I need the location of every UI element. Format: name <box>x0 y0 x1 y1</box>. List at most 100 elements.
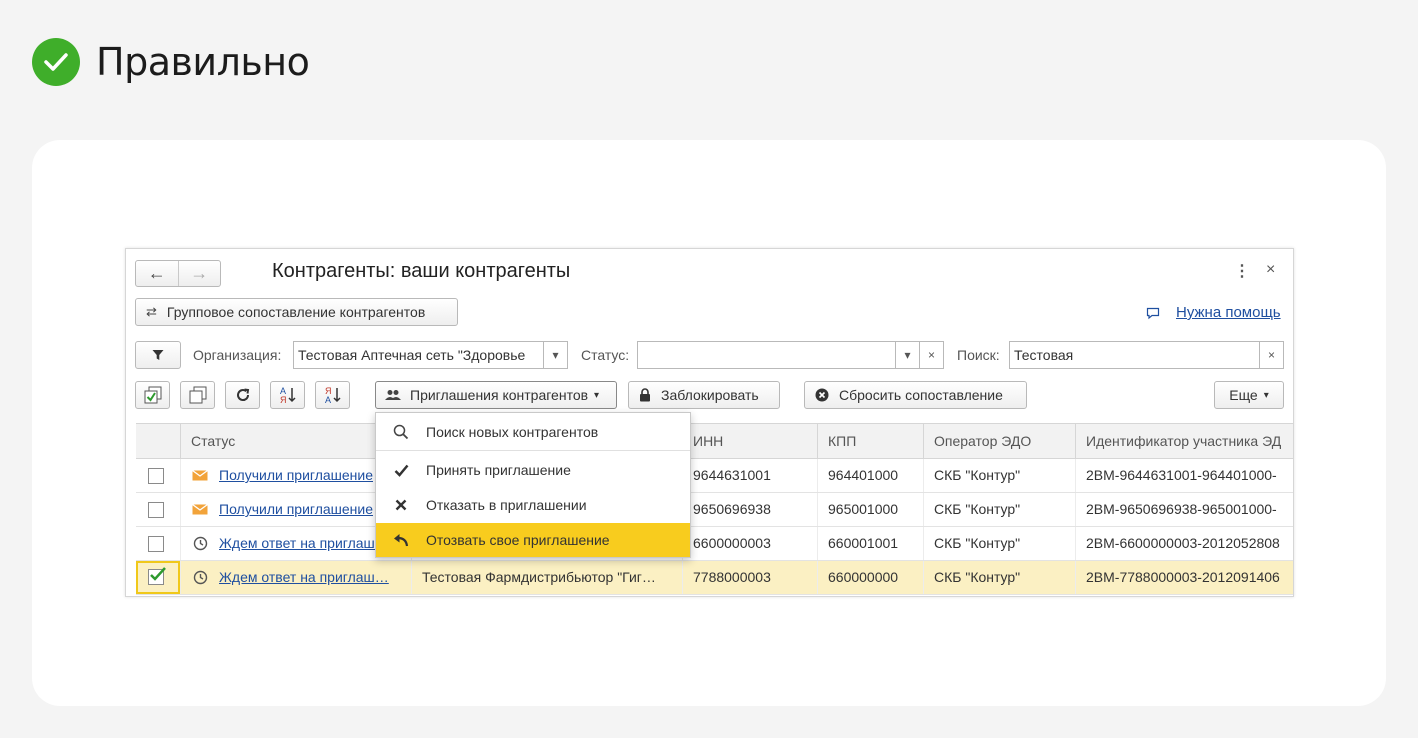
invitations-menu-button[interactable]: Приглашения контрагентов ▾ <box>375 381 617 409</box>
block-button[interactable]: Заблокировать <box>628 381 780 409</box>
search-clear-button[interactable]: × <box>1259 341 1284 369</box>
refresh-button[interactable] <box>225 381 260 409</box>
column-header-kpp[interactable]: КПП <box>817 424 923 459</box>
search-icon <box>393 424 409 440</box>
status-link[interactable]: Ждем ответ на приглаш… <box>180 561 411 594</box>
organization-dropdown-button[interactable]: ▾ <box>543 341 568 369</box>
chevron-down-icon: ▾ <box>594 389 600 401</box>
group-match-label: Групповое сопоставление контрагентов <box>166 304 426 320</box>
clear-circle-icon <box>815 388 829 402</box>
row-checkbox[interactable] <box>148 536 164 552</box>
operator-cell: СКБ "Контур" <box>923 493 1075 526</box>
menu-item-label: Принять приглашение <box>426 462 571 478</box>
menu-item-decline[interactable]: Отказать в приглашении <box>376 488 690 522</box>
select-all-button[interactable] <box>135 381 170 409</box>
lock-icon <box>640 388 650 402</box>
table-header: Статус ИНН КПП Оператор ЭДО Идентификато… <box>136 423 1293 459</box>
column-header-edo-id[interactable]: Идентификатор участника ЭД <box>1075 424 1293 459</box>
funnel-icon <box>152 350 164 360</box>
sort-desc-letter-bottom: А <box>325 395 331 405</box>
envelope-icon <box>192 470 208 481</box>
row-checkbox[interactable] <box>148 502 164 518</box>
column-header-operator[interactable]: Оператор ЭДО <box>923 424 1075 459</box>
table-row[interactable]: Ждем ответ на приглашение 6600000003 660… <box>136 527 1293 561</box>
edo-id-cell: 2ВМ-7788000003-2012091406 <box>1075 561 1293 594</box>
search-label: Поиск: <box>957 347 1000 363</box>
verdict-header: Правильно <box>32 38 310 86</box>
more-button[interactable]: Еще ▾ <box>1214 381 1284 409</box>
operator-cell: СКБ "Контур" <box>923 459 1075 492</box>
page-title: Контрагенты: ваши контрагенты <box>272 260 571 282</box>
invitations-dropdown-menu: Поиск новых контрагентов Принять приглаш… <box>375 412 691 558</box>
filter-button[interactable] <box>135 341 181 369</box>
app-window: ← → Контрагенты: ваши контрагенты ⋮ × ⇄ … <box>125 248 1294 597</box>
group-match-button[interactable]: ⇄ Групповое сопоставление контрагентов <box>135 298 458 326</box>
search-input[interactable]: Тестовая <box>1009 341 1260 369</box>
table-row[interactable]: Получили приглашение 9650696938 96500100… <box>136 493 1293 527</box>
menu-item-revoke[interactable]: Отозвать свое приглашение <box>376 523 690 557</box>
kpp-cell: 965001000 <box>817 493 923 526</box>
table-row-selected[interactable]: Ждем ответ на приглаш… Тестовая Фармдист… <box>136 561 1293 595</box>
status-dropdown-button[interactable]: ▾ <box>895 341 920 369</box>
unselect-all-button[interactable] <box>180 381 215 409</box>
edo-id-cell: 2ВМ-6600000003-2012052808 <box>1075 527 1293 560</box>
menu-item-accept[interactable]: Принять приглашение <box>376 453 690 487</box>
reset-match-button[interactable]: Сбросить сопоставление <box>804 381 1027 409</box>
navigation-buttons: ← → <box>135 260 221 287</box>
column-header-inn[interactable]: ИНН <box>682 424 817 459</box>
help-link[interactable]: Нужна помощь <box>1176 304 1281 321</box>
kpp-cell: 660001001 <box>817 527 923 560</box>
chat-bubble-icon <box>1146 307 1160 320</box>
reset-match-label: Сбросить сопоставление <box>839 387 1003 403</box>
sort-descending-icon: Я А <box>325 386 341 405</box>
invitations-label: Приглашения контрагентов <box>410 387 589 403</box>
status-clear-button[interactable]: × <box>919 341 944 369</box>
people-icon <box>385 390 401 400</box>
uncheck-all-icon <box>189 386 206 404</box>
sort-descending-button[interactable]: Я А <box>315 381 350 409</box>
menu-item-label: Поиск новых контрагентов <box>426 424 599 440</box>
operator-cell: СКБ "Контур" <box>923 561 1075 594</box>
more-label: Еще <box>1229 387 1258 403</box>
status-label: Статус: <box>581 347 630 363</box>
sort-ascending-icon: А Я <box>280 386 296 405</box>
menu-item-label: Отозвать свое приглашение <box>426 532 610 548</box>
back-button[interactable]: ← <box>136 261 178 286</box>
inn-cell: 6600000003 <box>682 527 817 560</box>
inn-cell: 9650696938 <box>682 493 817 526</box>
kpp-cell: 660000000 <box>817 561 923 594</box>
table-row[interactable]: Получили приглашение 9644631001 96440100… <box>136 459 1293 493</box>
close-icon[interactable]: × <box>1266 261 1275 279</box>
inn-cell: 7788000003 <box>682 561 817 594</box>
clock-icon <box>193 536 208 551</box>
status-field[interactable] <box>637 341 896 369</box>
clock-icon <box>193 570 208 585</box>
verdict-label: Правильно <box>96 40 310 84</box>
edo-id-cell: 2ВМ-9650696938-965001000- <box>1075 493 1293 526</box>
block-label: Заблокировать <box>661 387 759 403</box>
refresh-icon <box>236 388 249 401</box>
envelope-icon <box>192 504 208 515</box>
check-circle-icon <box>32 38 80 86</box>
cross-icon <box>395 499 407 511</box>
background-panel: Правильно ← → Контрагенты: ваши контраге… <box>0 0 1418 738</box>
forward-button[interactable]: → <box>177 261 221 286</box>
menu-item-label: Отказать в приглашении <box>426 497 587 513</box>
chevron-down-icon: ▾ <box>1263 389 1269 401</box>
name-cell: Тестовая Фармдистрибьютор "Гиг… <box>411 561 682 594</box>
edo-id-cell: 2ВМ-9644631001-964401000- <box>1075 459 1293 492</box>
row-checkbox[interactable] <box>148 468 164 484</box>
check-all-icon <box>144 386 161 404</box>
checkmark-icon <box>150 567 166 581</box>
undo-icon <box>394 533 409 546</box>
kpp-cell: 964401000 <box>817 459 923 492</box>
inn-cell: 9644631001 <box>682 459 817 492</box>
sort-ascending-button[interactable]: А Я <box>270 381 305 409</box>
swap-arrows-icon: ⇄ <box>146 304 157 319</box>
row-checkbox-checked[interactable] <box>148 567 166 585</box>
sort-asc-letter-bottom: Я <box>280 395 287 405</box>
organization-field[interactable]: Тестовая Аптечная сеть "Здоровье <box>293 341 544 369</box>
more-options-icon[interactable]: ⋮ <box>1234 261 1250 281</box>
menu-divider <box>376 450 690 451</box>
menu-item-search-new[interactable]: Поиск новых контрагентов <box>376 415 690 449</box>
